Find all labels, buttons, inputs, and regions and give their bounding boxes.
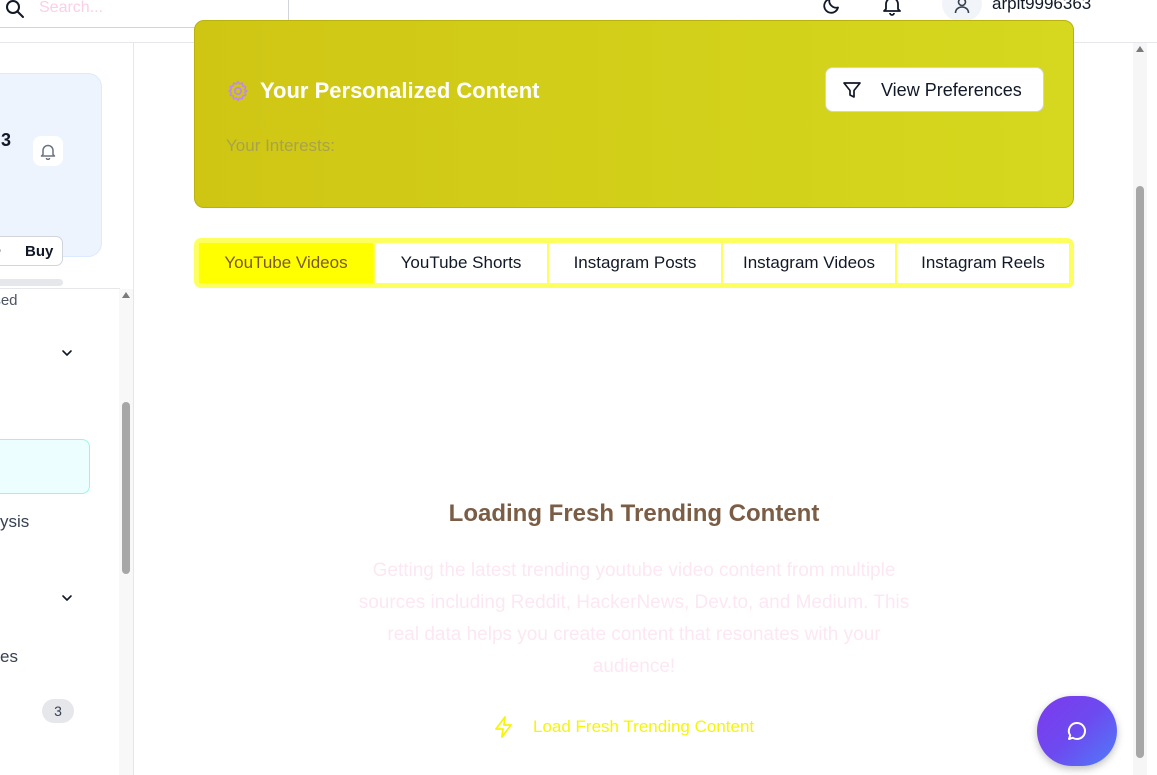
tab-instagram-reels[interactable]: Instagram Reels	[897, 243, 1069, 283]
interests-label: Your Interests:	[226, 136, 335, 155]
filter-icon	[843, 82, 861, 98]
sidebar-item-analysis[interactable]: ysis	[0, 512, 29, 532]
credits-notification-button[interactable]	[33, 136, 63, 166]
buy-label: Buy	[25, 243, 54, 260]
scroll-up-arrow[interactable]	[1136, 46, 1144, 52]
bell-icon	[40, 144, 56, 160]
credits-value: 3	[1, 130, 12, 150]
banner-title: Your Personalized Content	[260, 78, 540, 103]
chevron-down-icon[interactable]	[60, 591, 74, 605]
search-icon	[6, 0, 24, 18]
sidebar-scrollbar[interactable]	[119, 289, 133, 775]
credits-card: 3 + Buy used	[0, 73, 102, 309]
sidebar-scroll-thumb[interactable]	[122, 402, 130, 574]
username[interactable]: arpit9996363	[992, 0, 1091, 14]
sidebar-item-active[interactable]	[0, 439, 90, 494]
tab-youtube-videos[interactable]: YouTube Videos	[199, 243, 373, 283]
search-input[interactable]	[39, 0, 269, 19]
load-trending-button[interactable]: Load Fresh Trending Content	[490, 713, 790, 741]
bell-icon[interactable]	[881, 0, 903, 16]
personalized-content-banner: Your Personalized Content Your Interests…	[194, 20, 1074, 208]
content-type-tabs: YouTube Videos YouTube Shorts Instagram …	[194, 238, 1074, 288]
sidebar-divider	[0, 288, 120, 289]
tab-instagram-posts[interactable]: Instagram Posts	[549, 243, 721, 283]
gear-icon	[228, 80, 248, 102]
credits-usage-bar	[0, 279, 63, 286]
chat-button[interactable]	[1037, 696, 1117, 766]
buy-credits-button[interactable]: + Buy	[0, 236, 63, 266]
credits-used-text: used	[0, 292, 18, 309]
load-trending-label: Load Fresh Trending Content	[533, 717, 755, 736]
view-preferences-button[interactable]: View Preferences	[825, 67, 1044, 112]
chevron-down-icon[interactable]	[60, 346, 74, 360]
user-icon	[954, 0, 970, 14]
avatar[interactable]	[942, 0, 982, 22]
scroll-up-arrow[interactable]	[122, 292, 130, 298]
lightning-icon	[495, 716, 512, 738]
plus-icon: +	[0, 241, 1, 263]
moon-icon[interactable]	[821, 0, 843, 16]
chat-icon	[1067, 721, 1086, 740]
tab-youtube-shorts[interactable]: YouTube Shorts	[375, 243, 547, 283]
main-scroll-thumb[interactable]	[1136, 186, 1144, 758]
main-scrollbar[interactable]	[1133, 43, 1147, 775]
sidebar: 3 + Buy used ysis es 3	[0, 43, 134, 775]
loading-title: Loading Fresh Trending Content	[448, 500, 820, 527]
view-preferences-label: View Preferences	[881, 80, 1022, 100]
tab-instagram-videos[interactable]: Instagram Videos	[723, 243, 895, 283]
loading-description: Getting the latest trending youtube vide…	[358, 560, 910, 677]
sidebar-item-trending[interactable]: es	[0, 647, 18, 667]
count-badge: 3	[42, 699, 74, 723]
